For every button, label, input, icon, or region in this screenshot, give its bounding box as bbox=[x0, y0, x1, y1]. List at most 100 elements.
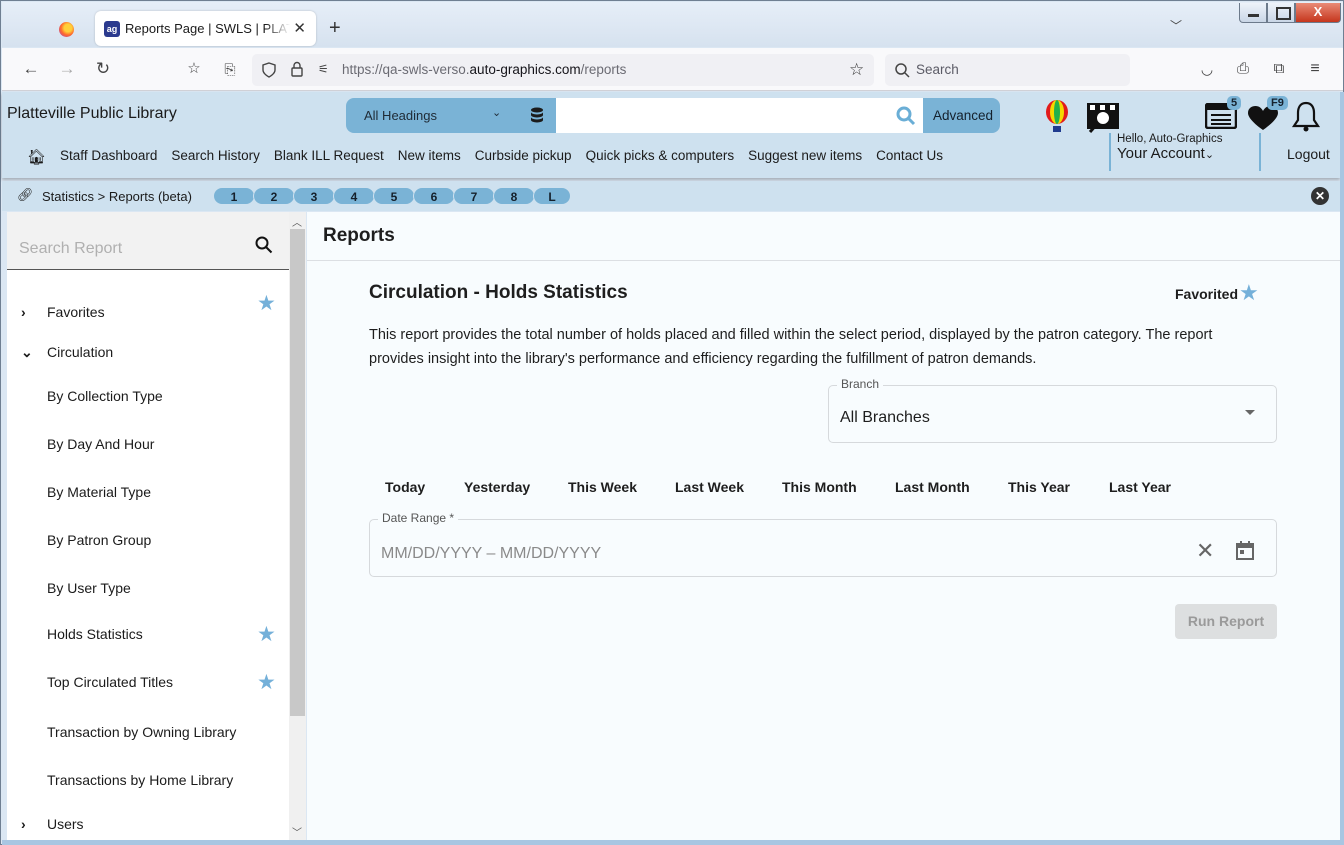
nav-curbside-pickup[interactable]: Curbside pickup bbox=[475, 148, 572, 166]
shield-icon[interactable] bbox=[262, 62, 276, 78]
lock-icon[interactable] bbox=[291, 61, 303, 77]
url-text[interactable]: https://qa-swls-verso.auto-graphics.com/… bbox=[342, 62, 626, 77]
report-panel: Reports Circulation - Holds Statistics F… bbox=[307, 212, 1340, 840]
browser-search-bar[interactable]: Search bbox=[885, 54, 1130, 86]
clear-icon[interactable]: ✕ bbox=[1196, 540, 1214, 562]
search-icon[interactable] bbox=[255, 236, 273, 254]
date-range-field[interactable]: Date Range * MM/DD/YYYY – MM/DD/YYYY ✕ bbox=[369, 511, 1277, 577]
scroll-down-icon[interactable]: ﹀ bbox=[292, 824, 302, 839]
window-close-button[interactable]: X bbox=[1295, 3, 1341, 23]
pill-1[interactable]: 1 bbox=[213, 187, 255, 205]
range-this-month[interactable]: This Month bbox=[782, 479, 895, 495]
pocket-icon[interactable]: ◡ bbox=[1195, 58, 1219, 80]
pill-7[interactable]: 7 bbox=[453, 187, 495, 205]
pill-4[interactable]: 4 bbox=[333, 187, 375, 205]
pill-5[interactable]: 5 bbox=[373, 187, 415, 205]
star-icon[interactable]: ★ bbox=[257, 624, 276, 645]
search-icon bbox=[895, 63, 910, 78]
browser-tab-active[interactable]: ag Reports Page | SWLS | PLATT | Auto-Gr… bbox=[95, 11, 316, 46]
pill-3[interactable]: 3 bbox=[293, 187, 335, 205]
run-report-button[interactable]: Run Report bbox=[1175, 604, 1277, 639]
home-icon[interactable]: 🏠︎ bbox=[27, 148, 46, 166]
range-this-week[interactable]: This Week bbox=[568, 479, 675, 495]
pill-l[interactable]: L bbox=[533, 187, 571, 205]
tab-close-icon[interactable]: ✕ bbox=[293, 19, 306, 37]
print-icon[interactable]: ⎙ bbox=[1231, 58, 1255, 80]
report-title: Circulation - Holds Statistics bbox=[369, 282, 628, 303]
divider bbox=[307, 260, 1340, 261]
media-search-icon[interactable] bbox=[1085, 101, 1121, 135]
hot-air-balloon-icon[interactable] bbox=[1045, 100, 1069, 134]
notification-bell-icon[interactable] bbox=[1291, 101, 1321, 133]
quick-date-ranges: Today Yesterday This Week Last Week This… bbox=[385, 479, 1171, 495]
range-today[interactable]: Today bbox=[385, 479, 464, 495]
nav-contact-us[interactable]: Contact Us bbox=[876, 148, 943, 166]
favorite-star-icon[interactable]: ★ bbox=[1239, 282, 1259, 304]
nav-quick-picks[interactable]: Quick picks & computers bbox=[586, 148, 735, 166]
nav-blank-ill-request[interactable]: Blank ILL Request bbox=[274, 148, 384, 166]
sidebar-scrollbar[interactable]: ︿ ﹀ bbox=[289, 212, 306, 840]
site-permissions-icon[interactable]: ⚟ bbox=[318, 62, 329, 76]
advanced-search-button[interactable]: Advanced bbox=[933, 108, 993, 123]
pill-2[interactable]: 2 bbox=[253, 187, 295, 205]
pill-8[interactable]: 8 bbox=[493, 187, 535, 205]
branch-select[interactable]: Branch All Branches bbox=[828, 377, 1277, 443]
chevron-right-icon[interactable]: › bbox=[21, 816, 26, 832]
close-icon[interactable]: ✕ bbox=[1311, 187, 1329, 205]
date-range-placeholder: MM/DD/YYYY – MM/DD/YYYY bbox=[381, 545, 602, 562]
window-minimize-button[interactable] bbox=[1239, 3, 1267, 23]
header-search-input[interactable] bbox=[556, 98, 923, 133]
firefox-icon[interactable] bbox=[59, 22, 74, 37]
account-menu[interactable]: Hello, Auto-Graphics Your Account⌄ bbox=[1109, 133, 1222, 171]
report-search-field[interactable]: Search Report bbox=[7, 212, 289, 270]
scrollbar-thumb[interactable] bbox=[290, 229, 305, 716]
report-description: This report provides the total number of… bbox=[369, 327, 1213, 367]
share-icon[interactable]: ⎘ bbox=[218, 58, 242, 80]
database-icon[interactable] bbox=[530, 107, 544, 123]
favorites-badge: F9 bbox=[1267, 96, 1288, 110]
range-last-week[interactable]: Last Week bbox=[675, 479, 782, 495]
chevron-down-icon[interactable]: ⌄ bbox=[1205, 149, 1214, 161]
browser-nav-bar: ← → ↻ ☆ ⎘ ⚟ https://qa-swls-verso.auto-g… bbox=[2, 48, 1343, 91]
bookmark-star-icon[interactable]: ☆ bbox=[182, 58, 206, 80]
search-icon[interactable] bbox=[896, 106, 916, 126]
url-bar[interactable]: ⚟ https://qa-swls-verso.auto-graphics.co… bbox=[252, 54, 874, 86]
nav-search-history[interactable]: Search History bbox=[171, 148, 260, 166]
breadcrumb[interactable]: Statistics > Reports (beta) bbox=[42, 189, 192, 204]
bookmark-page-star-icon[interactable]: ☆ bbox=[849, 60, 864, 80]
star-icon[interactable]: ★ bbox=[257, 672, 276, 693]
date-range-label: Date Range * bbox=[378, 511, 459, 525]
chevron-right-icon[interactable]: › bbox=[21, 304, 26, 320]
library-name[interactable]: Platteville Public Library bbox=[7, 105, 177, 123]
chevron-down-icon[interactable]: ⌄ bbox=[492, 106, 501, 119]
window-maximize-button[interactable] bbox=[1267, 3, 1295, 23]
logout-link[interactable]: Logout bbox=[1259, 133, 1330, 171]
back-icon[interactable]: ← bbox=[19, 58, 43, 80]
search-scope-select[interactable]: All Headings bbox=[364, 108, 437, 123]
link-icon: 🔗︎ bbox=[17, 187, 34, 202]
new-tab-button[interactable]: + bbox=[329, 17, 341, 40]
forward-icon[interactable]: → bbox=[55, 58, 79, 80]
calendar-icon[interactable] bbox=[1236, 541, 1254, 560]
tab-title: Reports Page | SWLS | PLATT | Auto-Graph… bbox=[125, 21, 290, 36]
header-nav: 🏠︎ Staff Dashboard Search History Blank … bbox=[27, 148, 943, 166]
range-yesterday[interactable]: Yesterday bbox=[464, 479, 568, 495]
list-tabs-chevron-icon[interactable]: ﹀ bbox=[1170, 17, 1182, 34]
your-account-label[interactable]: Your Account bbox=[1117, 145, 1205, 162]
pill-6[interactable]: 6 bbox=[413, 187, 455, 205]
nav-suggest-new-items[interactable]: Suggest new items bbox=[748, 148, 862, 166]
menu-icon[interactable]: ≡ bbox=[1303, 58, 1327, 80]
reload-icon[interactable]: ↻ bbox=[91, 58, 115, 80]
chevron-down-icon[interactable]: ⌄ bbox=[21, 344, 33, 361]
range-last-month[interactable]: Last Month bbox=[895, 479, 1008, 495]
dropdown-caret-icon[interactable] bbox=[1245, 410, 1255, 415]
nav-staff-dashboard[interactable]: Staff Dashboard bbox=[60, 148, 157, 166]
quick-pills: 1 2 3 4 5 6 7 8 L bbox=[213, 187, 571, 205]
range-last-year[interactable]: Last Year bbox=[1109, 479, 1171, 495]
extensions-icon[interactable]: ⧉ bbox=[1267, 58, 1291, 80]
star-icon[interactable]: ★ bbox=[257, 293, 276, 314]
range-this-year[interactable]: This Year bbox=[1008, 479, 1109, 495]
scroll-up-icon[interactable]: ︿ bbox=[292, 214, 302, 229]
nav-new-items[interactable]: New items bbox=[398, 148, 461, 166]
branch-value: All Branches bbox=[840, 409, 930, 426]
